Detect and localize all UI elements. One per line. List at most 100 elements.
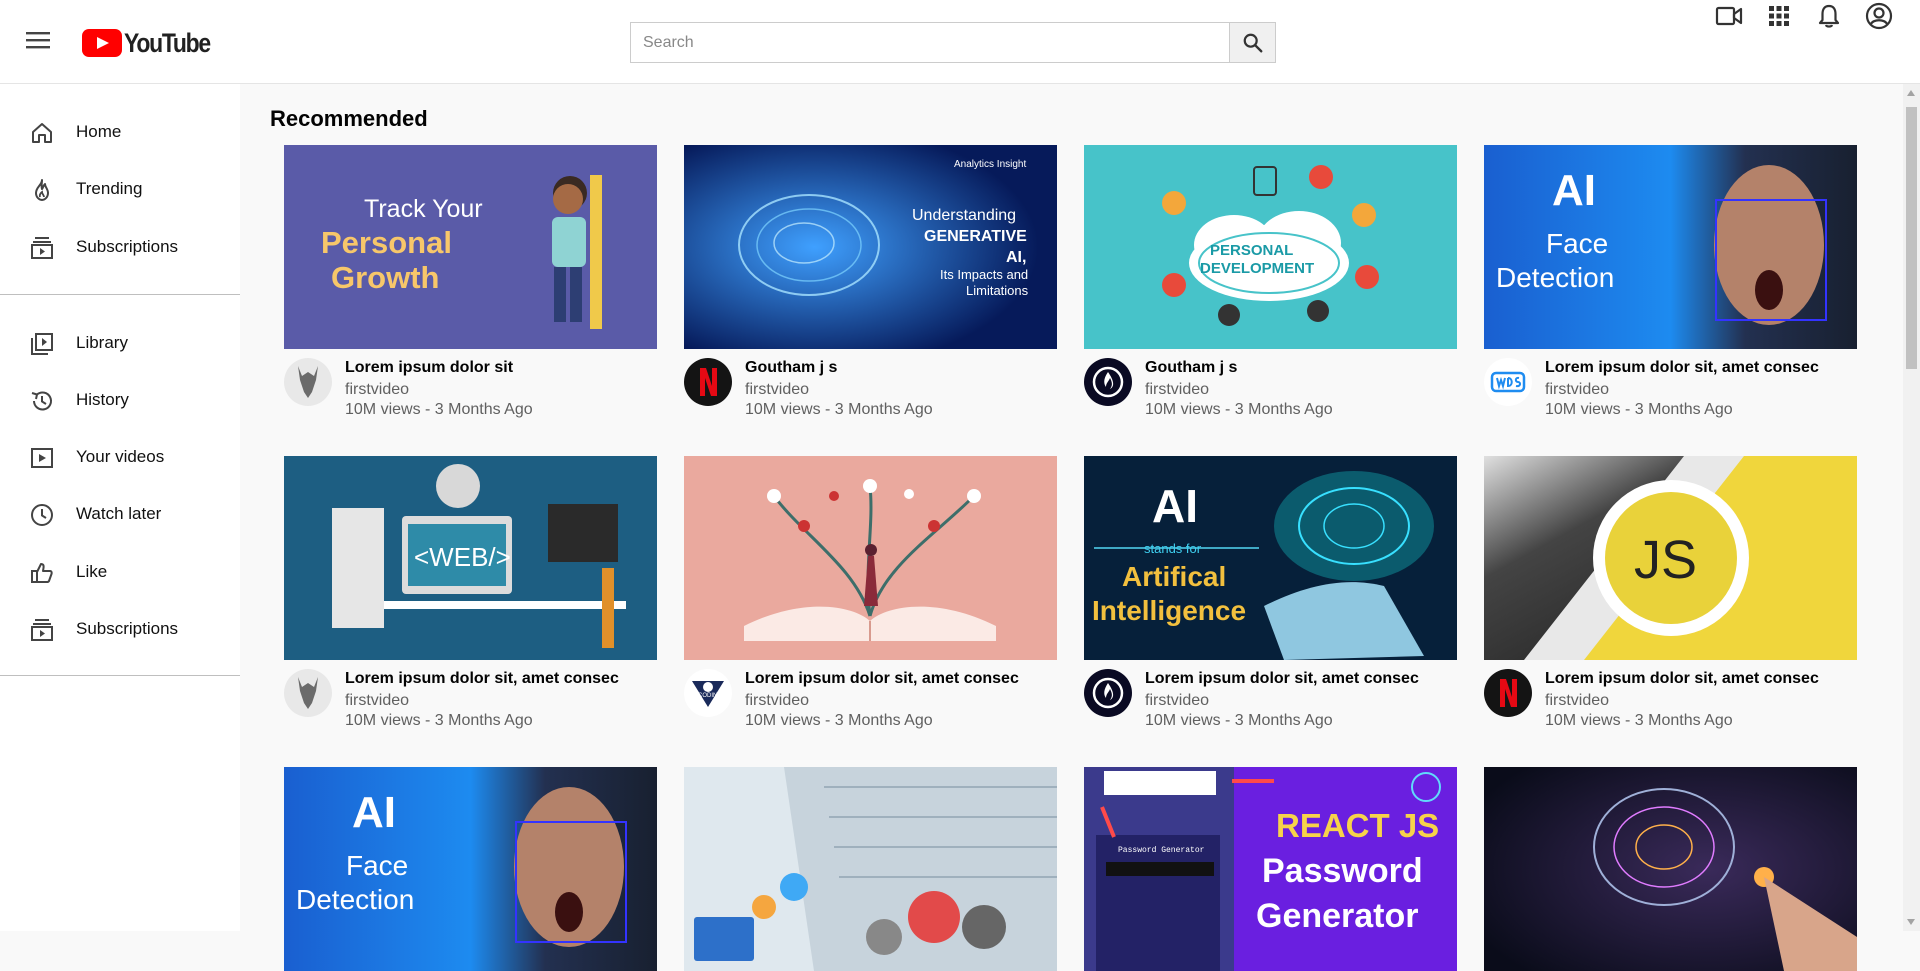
video-title[interactable]: Lorem ipsum dolor sit, amet consec xyxy=(1145,670,1455,688)
thumb-text: stands for xyxy=(1144,541,1202,556)
video-card[interactable]: CODING Lorem ipsum dolor sit, amet conse… xyxy=(684,456,1057,729)
video-card[interactable]: AI Face Detection xyxy=(284,767,657,971)
video-title[interactable]: Lorem ipsum dolor sit, amet consec xyxy=(1545,670,1855,688)
video-card[interactable]: AI stands for Artifical Intelligence Lor… xyxy=(1084,456,1457,729)
video-thumbnail[interactable]: PERSONAL DEVELOPMENT xyxy=(1084,145,1457,349)
channel-avatar[interactable] xyxy=(684,358,732,406)
sidebar-item-home[interactable]: Home xyxy=(0,107,240,157)
scrollbar-thumb[interactable] xyxy=(1906,107,1917,369)
channel-name[interactable]: firstvideo xyxy=(1145,381,1209,399)
video-card[interactable]: Password Generator REACT JS Password Gen… xyxy=(1084,767,1457,971)
video-meta: 10M views - 3 Months Ago xyxy=(745,712,933,729)
thumb-text: Track Your xyxy=(364,195,483,223)
thumb-text: Detection xyxy=(1496,262,1614,293)
page-scrollbar[interactable] xyxy=(1903,84,1920,931)
video-card[interactable]: Analytics Insight Understanding GENERATI… xyxy=(684,145,1057,418)
sidebar-item-library[interactable]: Library xyxy=(0,318,240,368)
video-card[interactable] xyxy=(1484,767,1857,971)
subscriptions-icon xyxy=(31,237,53,259)
video-thumbnail[interactable] xyxy=(1484,767,1857,971)
channel-name[interactable]: firstvideo xyxy=(1545,692,1609,710)
video-meta: 10M views - 3 Months Ago xyxy=(345,401,533,418)
hamburger-menu-icon[interactable] xyxy=(26,30,54,54)
sidebar-item-label: Home xyxy=(76,122,122,141)
thumb-text: Artifical xyxy=(1122,561,1226,592)
channel-avatar[interactable] xyxy=(1484,669,1532,717)
sidebar-item-like[interactable]: Like xyxy=(0,547,240,597)
channel-name[interactable]: firstvideo xyxy=(745,692,809,710)
sidebar-divider xyxy=(0,675,240,676)
video-title[interactable]: Lorem ipsum dolor sit, amet consec xyxy=(345,670,655,688)
channel-avatar[interactable] xyxy=(1484,358,1532,406)
sidebar-item-history[interactable]: History xyxy=(0,375,240,425)
video-thumbnail[interactable] xyxy=(684,456,1057,660)
sidebar-item-subscriptions[interactable]: Subscriptions xyxy=(0,222,240,272)
sidebar-item-label: Library xyxy=(76,333,128,352)
top-bar: YouTube xyxy=(0,0,1920,84)
video-thumbnail[interactable]: AI stands for Artifical Intelligence xyxy=(1084,456,1457,660)
video-card[interactable]: AI Face Detection Lorem ipsum dolor sit,… xyxy=(1484,145,1857,418)
create-video-icon[interactable] xyxy=(1713,0,1745,32)
channel-name[interactable]: firstvideo xyxy=(745,381,809,399)
account-avatar-icon[interactable] xyxy=(1863,0,1895,32)
video-title[interactable]: Lorem ipsum dolor sit, amet consec xyxy=(745,670,1055,688)
channel-avatar[interactable] xyxy=(284,358,332,406)
thumb-text: AI xyxy=(352,788,396,837)
sidebar-item-label: Trending xyxy=(76,179,143,198)
video-thumbnail[interactable] xyxy=(684,767,1057,971)
sidebar-item-subscriptions-2[interactable]: Subscriptions xyxy=(0,604,240,654)
video-thumbnail[interactable]: AI Face Detection xyxy=(1484,145,1857,349)
apps-grid-icon[interactable] xyxy=(1763,0,1795,32)
thumb-text: REACT JS xyxy=(1276,807,1439,844)
video-title[interactable]: Lorem ipsum dolor sit xyxy=(345,359,655,377)
video-card[interactable]: <WEB/> Lorem ipsum dolor sit, amet conse… xyxy=(284,456,657,729)
video-card[interactable]: PERSONAL DEVELOPMENT Goutham j s firstvi… xyxy=(1084,145,1457,418)
video-card[interactable] xyxy=(684,767,1057,971)
video-thumbnail[interactable]: Password Generator REACT JS Password Gen… xyxy=(1084,767,1457,971)
channel-avatar[interactable] xyxy=(284,669,332,717)
thumb-text: Face xyxy=(346,850,408,881)
video-card[interactable]: JS Lorem ipsum dolor sit, amet consec fi… xyxy=(1484,456,1857,729)
channel-avatar[interactable]: CODING xyxy=(684,669,732,717)
video-title[interactable]: Lorem ipsum dolor sit, amet consec xyxy=(1545,359,1855,377)
youtube-logo[interactable]: YouTube xyxy=(82,27,225,59)
channel-name[interactable]: firstvideo xyxy=(345,692,409,710)
channel-name[interactable]: firstvideo xyxy=(345,381,409,399)
thumb-text: Password Generator xyxy=(1118,846,1205,855)
video-thumbnail[interactable]: JS xyxy=(1484,456,1857,660)
channel-name[interactable]: firstvideo xyxy=(1545,381,1609,399)
thumb-text: Its Impacts and xyxy=(940,267,1028,282)
video-thumbnail[interactable]: Track Your Personal Growth xyxy=(284,145,657,349)
channel-avatar[interactable] xyxy=(1084,669,1132,717)
notifications-bell-icon[interactable] xyxy=(1813,0,1845,32)
video-thumbnail[interactable]: AI Face Detection xyxy=(284,767,657,971)
video-meta: 10M views - 3 Months Ago xyxy=(745,401,933,418)
video-card[interactable]: Track Your Personal Growth Lorem ipsum d… xyxy=(284,145,657,418)
channel-avatar[interactable] xyxy=(1084,358,1132,406)
history-icon xyxy=(31,391,52,411)
thumb-text: GENERATIVE xyxy=(924,228,1027,245)
video-title[interactable]: Goutham j s xyxy=(1145,359,1455,377)
search-button[interactable] xyxy=(1229,22,1276,63)
video-thumbnail[interactable]: Analytics Insight Understanding GENERATI… xyxy=(684,145,1057,349)
sidebar-item-label: Subscriptions xyxy=(76,237,179,256)
library-icon xyxy=(31,333,53,355)
sidebar-item-trending[interactable]: Trending xyxy=(0,164,240,214)
thumb-text: Understanding xyxy=(912,207,1016,224)
channel-name[interactable]: firstvideo xyxy=(1145,692,1209,710)
sidebar: Home Trending Subscriptions Library Hist… xyxy=(0,84,240,931)
sidebar-item-your-videos[interactable]: Your videos xyxy=(0,432,240,482)
video-thumbnail[interactable]: <WEB/> xyxy=(284,456,657,660)
sidebar-item-label: Subscriptions xyxy=(76,619,179,638)
video-meta: 10M views - 3 Months Ago xyxy=(1545,712,1733,729)
search-input[interactable] xyxy=(630,22,1229,63)
video-title[interactable]: Goutham j s xyxy=(745,359,1055,377)
watch-later-clock-icon xyxy=(31,504,53,526)
sidebar-item-watch-later[interactable]: Watch later xyxy=(0,489,240,539)
video-meta: 10M views - 3 Months Ago xyxy=(1145,712,1333,729)
search-bar xyxy=(630,22,1276,63)
thumb-text: Face xyxy=(1546,228,1608,259)
scroll-down-arrow-icon[interactable] xyxy=(1907,919,1915,925)
scroll-up-arrow-icon[interactable] xyxy=(1907,90,1915,96)
thumb-text: <WEB/> xyxy=(414,542,511,572)
